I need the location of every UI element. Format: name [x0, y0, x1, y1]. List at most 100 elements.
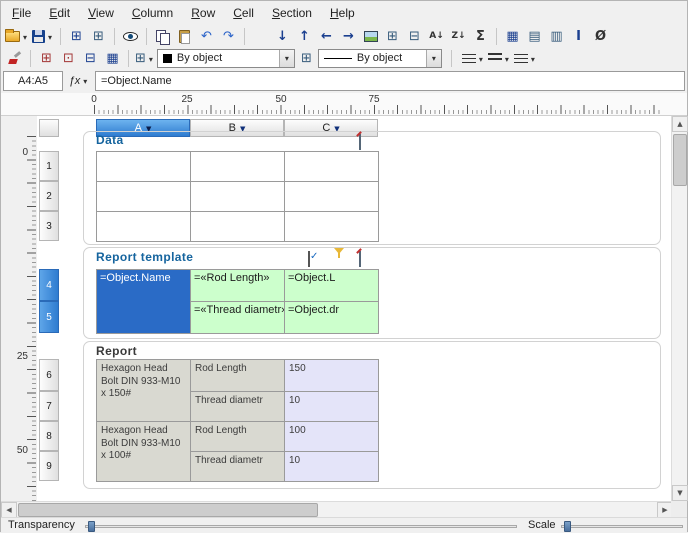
menu-row[interactable]: Row — [182, 3, 224, 23]
data-cell-a1[interactable] — [97, 152, 191, 182]
template-filter-button[interactable] — [334, 254, 344, 268]
data-cell-a2[interactable] — [97, 182, 191, 212]
alignment-dropdown-button[interactable] — [513, 48, 538, 68]
undo-button[interactable]: ↶ — [196, 26, 217, 46]
report-object-cell[interactable]: Hexagon Head Bolt DIN 933-M10 x 100# — [97, 422, 191, 482]
row-header-1[interactable]: 1 — [39, 151, 59, 181]
report-label-cell[interactable]: Thread diametr — [191, 392, 285, 422]
move-right-button[interactable]: → — [338, 26, 359, 46]
data-cell-c2[interactable] — [285, 182, 379, 212]
data-source-button[interactable]: ▦ — [502, 26, 523, 46]
data-cell-b2[interactable] — [191, 182, 285, 212]
report-value-cell[interactable]: 10 — [285, 392, 379, 422]
row-height-caret-icon[interactable] — [503, 51, 511, 65]
preview-button[interactable] — [120, 26, 141, 46]
scale-slider[interactable] — [561, 525, 683, 528]
transparency-slider-thumb[interactable] — [88, 521, 95, 532]
line-style-dropdown-button[interactable] — [426, 50, 441, 67]
fx-caret-icon[interactable] — [81, 75, 89, 87]
horizontal-scrollbar[interactable] — [1, 501, 673, 517]
insert-function-button[interactable]: ƒx — [65, 71, 93, 91]
menu-section[interactable]: Section — [263, 3, 321, 23]
scale-slider-thumb[interactable] — [564, 521, 571, 532]
template-cell-thread-value[interactable]: =Object.dr — [285, 302, 379, 334]
row-header-2[interactable]: 2 — [39, 181, 59, 211]
sum-button[interactable]: Σ — [470, 26, 491, 46]
menu-cell[interactable]: Cell — [224, 3, 263, 23]
scroll-left-button[interactable] — [1, 502, 17, 518]
row-header-7[interactable]: 7 — [39, 391, 59, 421]
cell-style-button[interactable]: ⊞ — [134, 48, 156, 68]
alignment-caret-icon[interactable] — [529, 51, 537, 65]
transparency-slider[interactable] — [85, 525, 517, 528]
sort-ascending-button[interactable]: A↓ — [426, 26, 447, 46]
template-enable-checkbox[interactable] — [308, 252, 310, 266]
report-value-cell[interactable]: 150 — [285, 360, 379, 392]
template-cell-rod-label[interactable]: =«Rod Length» — [191, 270, 285, 302]
vertical-scroll-thumb[interactable] — [673, 134, 687, 186]
select-all-corner[interactable] — [39, 119, 59, 137]
menu-edit[interactable]: Edit — [40, 3, 79, 23]
format-painter-button[interactable] — [4, 48, 25, 68]
section-numbering-button[interactable]: I — [568, 26, 589, 46]
report-value-cell[interactable]: 10 — [285, 452, 379, 482]
report-book-button[interactable]: ▤ — [524, 26, 545, 46]
data-cell-b3[interactable] — [191, 212, 285, 242]
row-header-5[interactable]: 5 — [39, 301, 59, 333]
data-cell-c3[interactable] — [285, 212, 379, 242]
cell-style-caret-icon[interactable] — [147, 51, 155, 65]
table-settings-button[interactable]: ⊞ — [88, 26, 109, 46]
save-button[interactable] — [31, 26, 55, 46]
borders-inner-button[interactable]: ⊟ — [80, 48, 101, 68]
insert-picture-button[interactable] — [360, 26, 381, 46]
report-label-cell[interactable]: Thread diametr — [191, 452, 285, 482]
formula-input[interactable]: =Object.Name — [95, 71, 685, 91]
data-cell-a3[interactable] — [97, 212, 191, 242]
report-label-cell[interactable]: Rod Length — [191, 422, 285, 452]
copy-button[interactable] — [152, 26, 173, 46]
report-book2-button[interactable]: ▥ — [546, 26, 567, 46]
redo-button[interactable]: ↷ — [218, 26, 239, 46]
template-section-settings-button[interactable] — [359, 252, 361, 266]
row-header-6[interactable]: 6 — [39, 359, 59, 391]
open-caret-icon[interactable] — [21, 29, 29, 43]
menu-file[interactable]: File — [3, 3, 40, 23]
row-header-8[interactable]: 8 — [39, 421, 59, 451]
empty-set-button[interactable]: Ø — [590, 26, 611, 46]
sort-descending-button[interactable]: Z↓ — [448, 26, 469, 46]
row-header-4[interactable]: 4 — [39, 269, 59, 301]
data-cell-c1[interactable] — [285, 152, 379, 182]
row-height-dropdown-button[interactable] — [487, 48, 512, 68]
move-up-button[interactable]: ↑ — [294, 26, 315, 46]
cell-reference-box[interactable]: A4:A5 — [3, 71, 63, 91]
template-cell-rod-value[interactable]: =Object.L — [285, 270, 379, 302]
fill-style-dropdown-button[interactable] — [279, 50, 294, 67]
row-header-3[interactable]: 3 — [39, 211, 59, 241]
borders-outer-button[interactable]: ⊡ — [58, 48, 79, 68]
report-value-cell[interactable]: 100 — [285, 422, 379, 452]
data-section-settings-button[interactable] — [359, 135, 361, 149]
insert-table-button[interactable]: ⊞ — [66, 26, 87, 46]
table-format-dropdown-button[interactable] — [461, 48, 486, 68]
table-format-caret-icon[interactable] — [477, 51, 485, 65]
report-label-cell[interactable]: Rod Length — [191, 360, 285, 392]
open-button[interactable] — [4, 26, 30, 46]
grid-button[interactable]: ⊞ — [296, 48, 317, 68]
save-caret-icon[interactable] — [46, 29, 54, 43]
paste-button[interactable] — [174, 26, 195, 46]
borders-none-button[interactable]: ▦ — [102, 48, 123, 68]
horizontal-scroll-thumb[interactable] — [18, 503, 318, 517]
fill-style-combobox[interactable]: By object — [157, 49, 295, 68]
template-cell-object-name[interactable]: =Object.Name — [97, 270, 191, 334]
scroll-down-button[interactable] — [672, 485, 688, 501]
data-cell-b1[interactable] — [191, 152, 285, 182]
report-object-cell[interactable]: Hexagon Head Bolt DIN 933-M10 x 150# — [97, 360, 191, 422]
move-down-button[interactable]: ↓ — [272, 26, 293, 46]
merge-cells-button[interactable]: ⊞ — [382, 26, 403, 46]
menu-view[interactable]: View — [79, 3, 123, 23]
menu-help[interactable]: Help — [321, 3, 364, 23]
template-cell-thread-label[interactable]: =«Thread diametr» — [191, 302, 285, 334]
sheet-canvas[interactable]: A B C 1 2 3 4 5 6 7 8 9 Data Report — [37, 116, 673, 501]
vertical-scrollbar[interactable] — [671, 116, 687, 501]
move-left-button[interactable]: ← — [316, 26, 337, 46]
